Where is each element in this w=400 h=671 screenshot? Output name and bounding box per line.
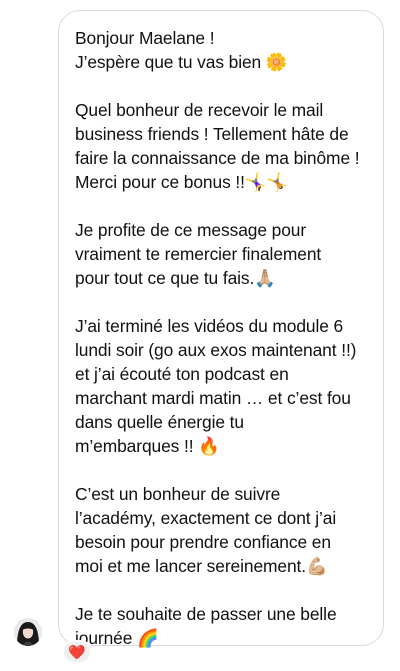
message-paragraph-3: Je profite de ce message pour vraiment t…: [75, 220, 322, 288]
message-paragraph-5: C’est un bonheur de suivre l’académy, ex…: [75, 484, 337, 576]
heart-reaction[interactable]: ❤️: [62, 640, 92, 664]
message-thread: Bonjour Maelane ! J’espère que tu vas bi…: [0, 0, 400, 671]
message-paragraph-2: Quel bonheur de recevoir le mail busines…: [75, 100, 360, 192]
heart-icon: ❤️: [68, 644, 86, 660]
avatar-icon: [14, 618, 42, 646]
message-bubble[interactable]: Bonjour Maelane ! J’espère que tu vas bi…: [58, 10, 384, 648]
sender-avatar[interactable]: [14, 618, 42, 646]
message-paragraph-4: J’ai terminé les vidéos du module 6 lund…: [75, 316, 357, 456]
message-paragraph-6: Je te souhaite de passer une belle journ…: [75, 604, 337, 648]
message-paragraph-1: Bonjour Maelane ! J’espère que tu vas bi…: [75, 28, 288, 72]
